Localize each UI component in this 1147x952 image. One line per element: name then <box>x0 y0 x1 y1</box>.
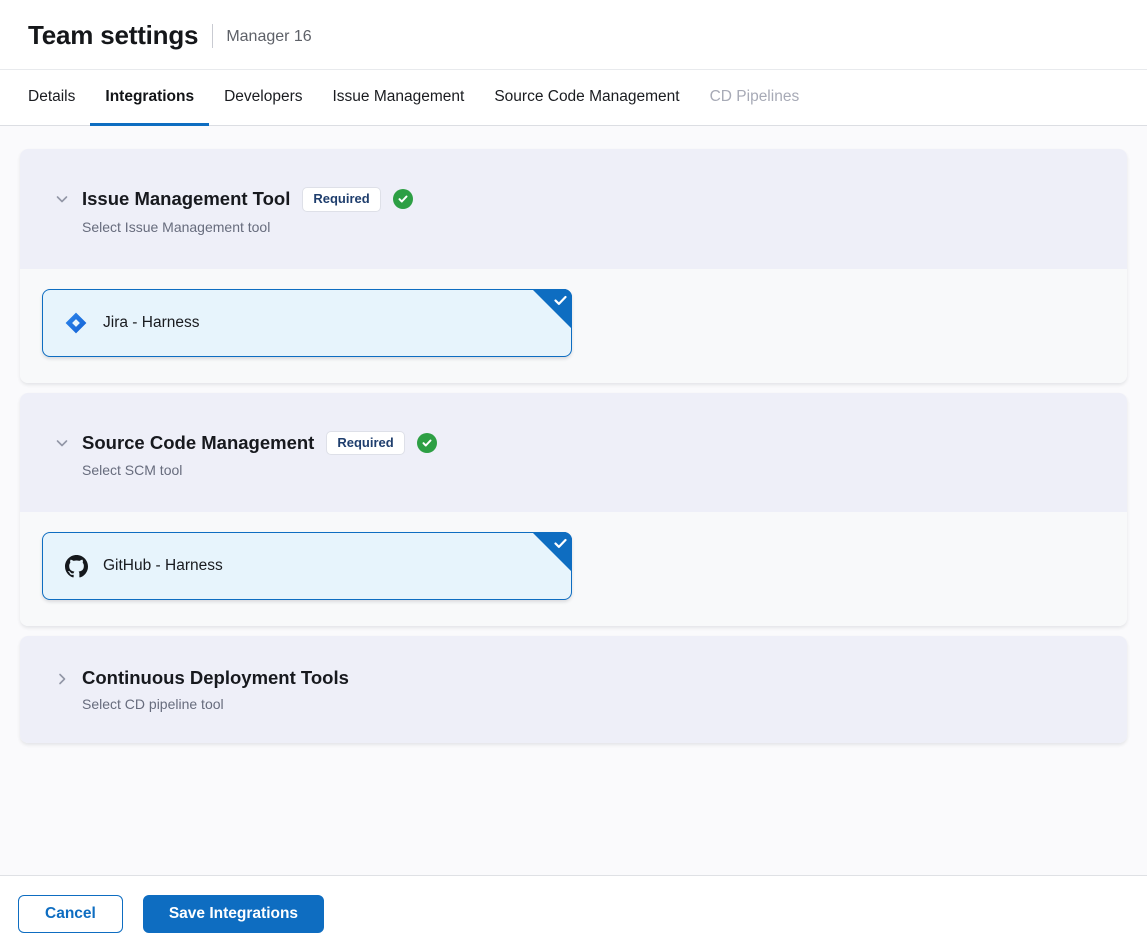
tab-bar: Details Integrations Developers Issue Ma… <box>0 70 1147 126</box>
tab-issue-management[interactable]: Issue Management <box>318 70 480 126</box>
tab-label: Developers <box>224 88 302 106</box>
tool-card-github-harness[interactable]: GitHub - Harness <box>42 532 572 600</box>
tab-details[interactable]: Details <box>13 70 90 126</box>
section-subtitle: Select SCM tool <box>82 462 1099 478</box>
save-integrations-button[interactable]: Save Integrations <box>143 895 324 933</box>
complete-check-icon <box>393 189 413 209</box>
section-issue-management-header[interactable]: Issue Management Tool Required Select Is… <box>20 149 1127 269</box>
github-icon <box>64 554 88 578</box>
tool-card-label: GitHub - Harness <box>103 557 223 575</box>
required-badge: Required <box>326 431 404 456</box>
tab-label: Details <box>28 88 75 106</box>
selected-check-icon <box>532 289 572 329</box>
section-title: Issue Management Tool <box>82 188 290 210</box>
chevron-down-icon[interactable] <box>48 191 82 207</box>
title-divider <box>212 24 213 48</box>
tool-card-label: Jira - Harness <box>103 314 199 332</box>
section-source-code-management: Source Code Management Required Select S… <box>20 393 1127 627</box>
tab-label: CD Pipelines <box>710 88 800 106</box>
section-issue-management-tool: Issue Management Tool Required Select Is… <box>20 149 1127 383</box>
section-scm-header[interactable]: Source Code Management Required Select S… <box>20 393 1127 513</box>
tab-integrations[interactable]: Integrations <box>90 70 209 126</box>
selected-check-icon <box>532 532 572 572</box>
section-subtitle: Select Issue Management tool <box>82 219 1099 235</box>
page-subtitle: Manager 16 <box>226 25 311 46</box>
cancel-button[interactable]: Cancel <box>18 895 123 933</box>
section-scm-body: GitHub - Harness <box>20 512 1127 626</box>
tab-developers[interactable]: Developers <box>209 70 317 126</box>
complete-check-icon <box>417 433 437 453</box>
section-cd-header[interactable]: Continuous Deployment Tools Select CD pi… <box>20 636 1127 743</box>
page-header: Team settings Manager 16 <box>0 0 1147 70</box>
section-title: Source Code Management <box>82 432 314 454</box>
tool-card-jira-harness[interactable]: Jira - Harness <box>42 289 572 357</box>
tab-source-code-management[interactable]: Source Code Management <box>479 70 694 126</box>
jira-icon <box>64 311 88 335</box>
tab-label: Source Code Management <box>494 88 679 106</box>
tab-label: Issue Management <box>333 88 465 106</box>
tab-label: Integrations <box>105 88 194 106</box>
tab-cd-pipelines: CD Pipelines <box>695 70 815 126</box>
footer-action-bar: Cancel Save Integrations <box>0 875 1147 952</box>
required-badge: Required <box>302 187 380 212</box>
section-issue-management-body: Jira - Harness <box>20 269 1127 383</box>
section-subtitle: Select CD pipeline tool <box>82 696 1099 712</box>
section-continuous-deployment-tools: Continuous Deployment Tools Select CD pi… <box>20 636 1127 743</box>
integrations-content: Issue Management Tool Required Select Is… <box>0 126 1147 875</box>
chevron-right-icon[interactable] <box>48 671 82 687</box>
team-settings-page: Team settings Manager 16 Details Integra… <box>0 0 1147 952</box>
section-title: Continuous Deployment Tools <box>82 667 349 689</box>
page-title: Team settings <box>28 20 198 51</box>
chevron-down-icon[interactable] <box>48 435 82 451</box>
